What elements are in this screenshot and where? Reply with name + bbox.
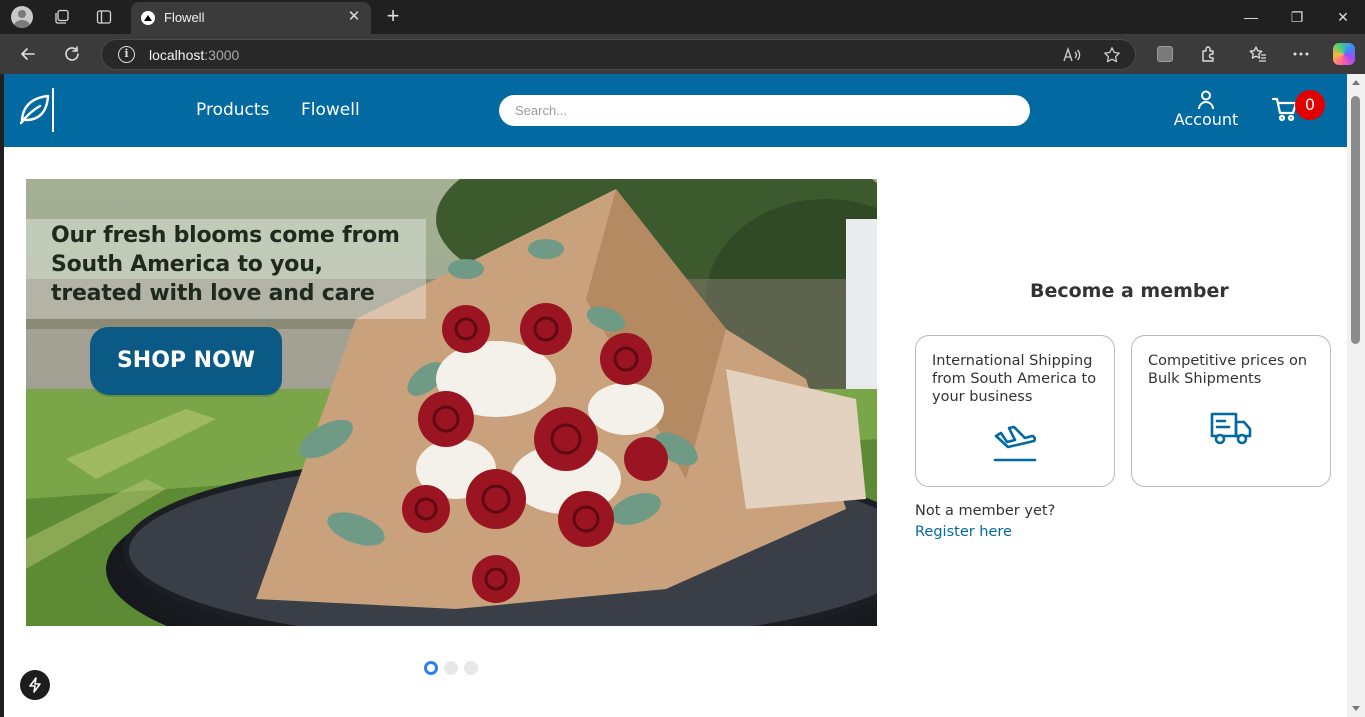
hero-headline-line: South America to you, [51, 252, 323, 277]
copilot-icon[interactable] [1333, 43, 1355, 65]
cart-count-badge: 0 [1295, 90, 1325, 120]
browser-tab-bar: Flowell ✕ + — ❐ ✕ [0, 0, 1365, 34]
user-icon [1198, 90, 1214, 110]
nav-products[interactable]: Products [196, 100, 269, 120]
extension-square-icon[interactable] [1154, 43, 1176, 65]
scroll-down-icon[interactable] [1352, 706, 1360, 711]
new-tab-button[interactable]: + [382, 5, 404, 27]
tab-title: Flowell [164, 10, 205, 25]
profile-icon[interactable] [11, 6, 33, 28]
hero-banner[interactable]: Our fresh blooms come from South America… [26, 179, 877, 626]
benefit-text: Competitive prices on Bulk Shipments [1148, 353, 1308, 387]
leaf-logo-icon[interactable] [16, 90, 52, 126]
not-member-text: Not a member yet? [915, 503, 1056, 519]
register-link[interactable]: Register here [915, 524, 1012, 540]
lightning-bolt-icon[interactable] [20, 670, 50, 700]
cart-icon [1272, 97, 1298, 122]
carousel-dots [424, 661, 478, 677]
refresh-icon[interactable] [61, 43, 83, 65]
back-icon[interactable] [17, 43, 39, 65]
page-scrollbar[interactable] [1347, 74, 1365, 717]
browser-tab[interactable]: Flowell ✕ [131, 2, 371, 34]
logo-divider [52, 88, 54, 132]
info-icon[interactable]: i [118, 46, 135, 63]
scroll-up-icon[interactable] [1352, 80, 1360, 85]
airplane-landing-icon [916, 424, 1114, 464]
tab-favicon-icon [141, 11, 155, 25]
hero-headline: Our fresh blooms come from South America… [51, 221, 400, 308]
account-label: Account [1173, 110, 1239, 129]
tab-actions-icon[interactable] [93, 6, 115, 28]
member-title: Become a member [1030, 280, 1229, 302]
collections-icon[interactable] [51, 6, 73, 28]
close-window-button[interactable]: ✕ [1332, 6, 1354, 28]
benefit-text: International Shipping from South Americ… [932, 353, 1097, 405]
favorite-icon[interactable] [1103, 46, 1121, 64]
more-icon[interactable] [1290, 43, 1312, 65]
url-host: localhost [149, 47, 205, 63]
minimize-button[interactable]: — [1240, 6, 1262, 28]
account-button[interactable]: Account [1170, 90, 1242, 132]
extensions-icon[interactable] [1198, 43, 1220, 65]
search-input[interactable] [499, 95, 1030, 126]
favorites-icon[interactable] [1247, 43, 1269, 65]
address-bar[interactable]: i localhost:3000 [101, 39, 1136, 70]
tab-close-icon[interactable]: ✕ [345, 8, 363, 26]
carousel-dot-1[interactable] [424, 661, 438, 675]
carousel-dot-3[interactable] [464, 661, 478, 675]
delivery-truck-icon [1132, 410, 1330, 446]
page-viewport: Products Flowell Account 0 [4, 74, 1347, 717]
url-port: :3000 [204, 47, 240, 63]
nav-flowell[interactable]: Flowell [301, 100, 360, 120]
url-text[interactable]: localhost:3000 [149, 47, 239, 63]
benefit-card-shipping: International Shipping from South Americ… [915, 335, 1115, 487]
shop-now-button[interactable]: SHOP NOW [90, 327, 282, 395]
hero-headline-line: Our fresh blooms come from [51, 223, 400, 248]
cart-button[interactable]: 0 [1272, 90, 1328, 130]
site-header: Products Flowell Account 0 [4, 74, 1347, 147]
restore-button[interactable]: ❐ [1286, 6, 1308, 28]
carousel-dot-2[interactable] [444, 661, 458, 675]
benefit-card-pricing: Competitive prices on Bulk Shipments [1131, 335, 1331, 487]
hero-headline-line: treated with love and care [51, 281, 375, 306]
read-aloud-icon[interactable] [1063, 46, 1081, 64]
scrollbar-thumb[interactable] [1351, 96, 1360, 344]
browser-toolbar: i localhost:3000 [0, 34, 1365, 74]
